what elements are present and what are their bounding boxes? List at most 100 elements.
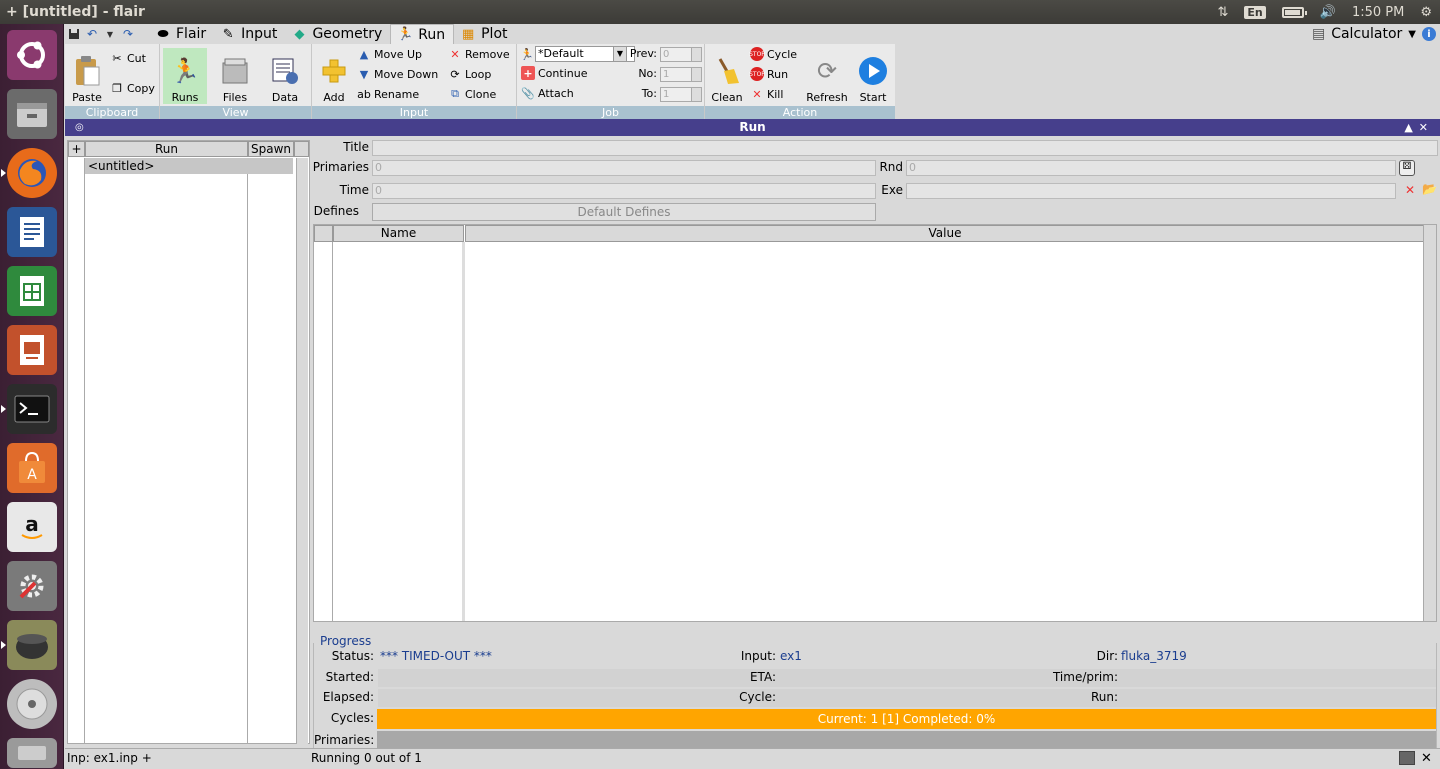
terminal-icon[interactable] [1, 384, 57, 434]
started-row [378, 669, 1436, 687]
menu-bar: ↶ ▼ ↷ ⬬ Flair ✎ Input ◆ Geometry 🏃 Run ▦ Plot… [65, 24, 1440, 44]
default-defines-button[interactable]: Default Defines [372, 203, 876, 221]
run-list-scrollbar[interactable] [296, 158, 308, 744]
add-button[interactable]: Add [312, 48, 356, 104]
amazon-icon[interactable]: a [7, 502, 57, 552]
rnd-label: Rnd [879, 160, 903, 174]
clock[interactable]: 1:50 PM [1352, 5, 1404, 20]
refresh-button[interactable]: ⟳ Refresh [805, 48, 849, 104]
panel-menu-icon[interactable]: ◎ [75, 119, 84, 136]
table-row[interactable]: <untitled> [85, 158, 293, 174]
keyboard-layout-indicator[interactable]: En [1244, 5, 1266, 19]
dvd-icon[interactable] [7, 679, 57, 729]
data-button[interactable]: Data [263, 48, 307, 104]
remove-button[interactable]: ✕ Remove [448, 45, 509, 63]
svg-text:a: a [25, 512, 39, 536]
primaries-field[interactable]: 0 [372, 160, 876, 176]
undo-icon[interactable]: ↶ [83, 25, 101, 43]
prev-spinbox[interactable]: 0 [660, 47, 702, 62]
cycle-label: Cycle: [739, 690, 776, 704]
continue-button[interactable]: + Continue [521, 64, 587, 82]
run-label: Run: [1090, 690, 1118, 704]
dice-icon[interactable]: ⚄ [1399, 160, 1415, 176]
tab-run[interactable]: 🏃 Run [390, 24, 455, 44]
help-icon[interactable]: i [1422, 27, 1436, 41]
time-label: Time [339, 183, 369, 197]
clipboard-group: Paste ✂ Cut ❐ Copy Clipboard [65, 44, 160, 119]
defines-table: Name Value [313, 224, 1437, 622]
folder-icon[interactable]: 📂 [1419, 182, 1437, 196]
plus-icon: + [521, 66, 535, 80]
elapsed-label: Elapsed: [322, 690, 374, 704]
close-icon: ✕ [752, 87, 762, 101]
attach-button[interactable]: 📎 Attach [521, 84, 574, 102]
rnd-field[interactable]: 0 [906, 160, 1396, 176]
no-spinbox[interactable]: 1 [660, 67, 702, 82]
value-column-header[interactable]: Value [465, 225, 1425, 242]
run-column-header[interactable]: Run [85, 141, 248, 157]
volume-icon[interactable]: 🔊 [1320, 5, 1336, 20]
cut-button[interactable]: ✂ Cut [110, 49, 146, 67]
kill-button[interactable]: ✕ Kill [750, 85, 783, 103]
time-field[interactable]: 0 [372, 183, 876, 199]
title-field[interactable] [372, 140, 1438, 156]
runs-button[interactable]: 🏃 Runs [163, 48, 207, 104]
calculator-dropdown[interactable]: ▤ Calculator ▼ [1312, 24, 1416, 44]
clear-exe-icon[interactable]: ✕ [1399, 183, 1415, 197]
to-spinbox[interactable]: 1 [660, 87, 702, 102]
calc-icon[interactable] [7, 266, 57, 316]
save-icon[interactable] [65, 25, 83, 43]
rename-button[interactable]: ab Rename [357, 85, 419, 103]
move-up-button[interactable]: ▲ Move Up [357, 45, 422, 63]
terminal-icon[interactable] [1399, 751, 1415, 765]
column-divider [247, 158, 248, 744]
name-column-header[interactable]: Name [333, 225, 464, 242]
files-button[interactable]: Files [213, 48, 257, 104]
column-divider [462, 242, 465, 621]
battery-icon[interactable] [1281, 6, 1307, 18]
tools-icon[interactable]: ✕ [1421, 751, 1432, 766]
clone-button[interactable]: ⧉ Clone [448, 85, 496, 103]
job-group: 🏃 *Default ▼ + Continue 📎 Attach Prev: 0 N… [517, 44, 705, 119]
redo-icon[interactable]: ↷ [119, 25, 137, 43]
move-down-button[interactable]: ▼ Move Down [357, 65, 438, 83]
loop-button[interactable]: ⟳ Loop [448, 65, 491, 83]
job-group-label: Job [517, 106, 704, 119]
settings-icon[interactable] [7, 561, 57, 611]
software-icon[interactable]: A [7, 443, 57, 493]
close-icon[interactable]: ✕ [1419, 121, 1434, 134]
clean-button[interactable]: Clean [705, 48, 749, 104]
chevron-down-icon[interactable]: ▼ [101, 25, 119, 43]
tab-flair[interactable]: ⬬ Flair [149, 24, 214, 44]
ubuntu-icon[interactable] [7, 30, 57, 80]
writer-icon[interactable] [7, 207, 57, 257]
start-button[interactable]: Start [851, 48, 895, 104]
files-icon[interactable] [7, 89, 57, 139]
run-list: + Run Spawn <untitled> [67, 140, 310, 744]
column-divider [84, 158, 85, 744]
maximize-icon[interactable]: ▲ [1404, 121, 1418, 134]
data-icon [269, 55, 301, 87]
network-icon[interactable]: ⇅ [1218, 5, 1229, 20]
stop-run-button[interactable]: STOP Run [749, 65, 788, 83]
firefox-icon[interactable] [1, 148, 57, 198]
paste-button[interactable]: Paste [65, 48, 109, 104]
tab-plot[interactable]: ▦ Plot [454, 24, 515, 44]
spawn-column-header[interactable]: Spawn [248, 141, 294, 157]
window-title: + [untitled] - flair [6, 4, 145, 20]
cycle-button[interactable]: STOP Cycle [749, 45, 797, 63]
row-header [314, 225, 333, 242]
chevron-down-icon: ▼ [1408, 28, 1416, 40]
tab-geometry[interactable]: ◆ Geometry [285, 24, 390, 44]
flair-icon[interactable] [1, 620, 57, 670]
impress-icon[interactable] [7, 325, 57, 375]
tab-input[interactable]: ✎ Input [214, 24, 285, 44]
stop-icon: STOP [749, 67, 765, 81]
drive-icon[interactable] [7, 738, 57, 768]
copy-button[interactable]: ❐ Copy [110, 79, 155, 97]
defines-table-scrollbar[interactable] [1423, 225, 1436, 621]
gear-icon[interactable]: ⚙ [1420, 5, 1432, 20]
exe-field[interactable] [906, 183, 1396, 199]
exe-label: Exe [881, 183, 903, 197]
add-run-header[interactable]: + [68, 141, 85, 157]
